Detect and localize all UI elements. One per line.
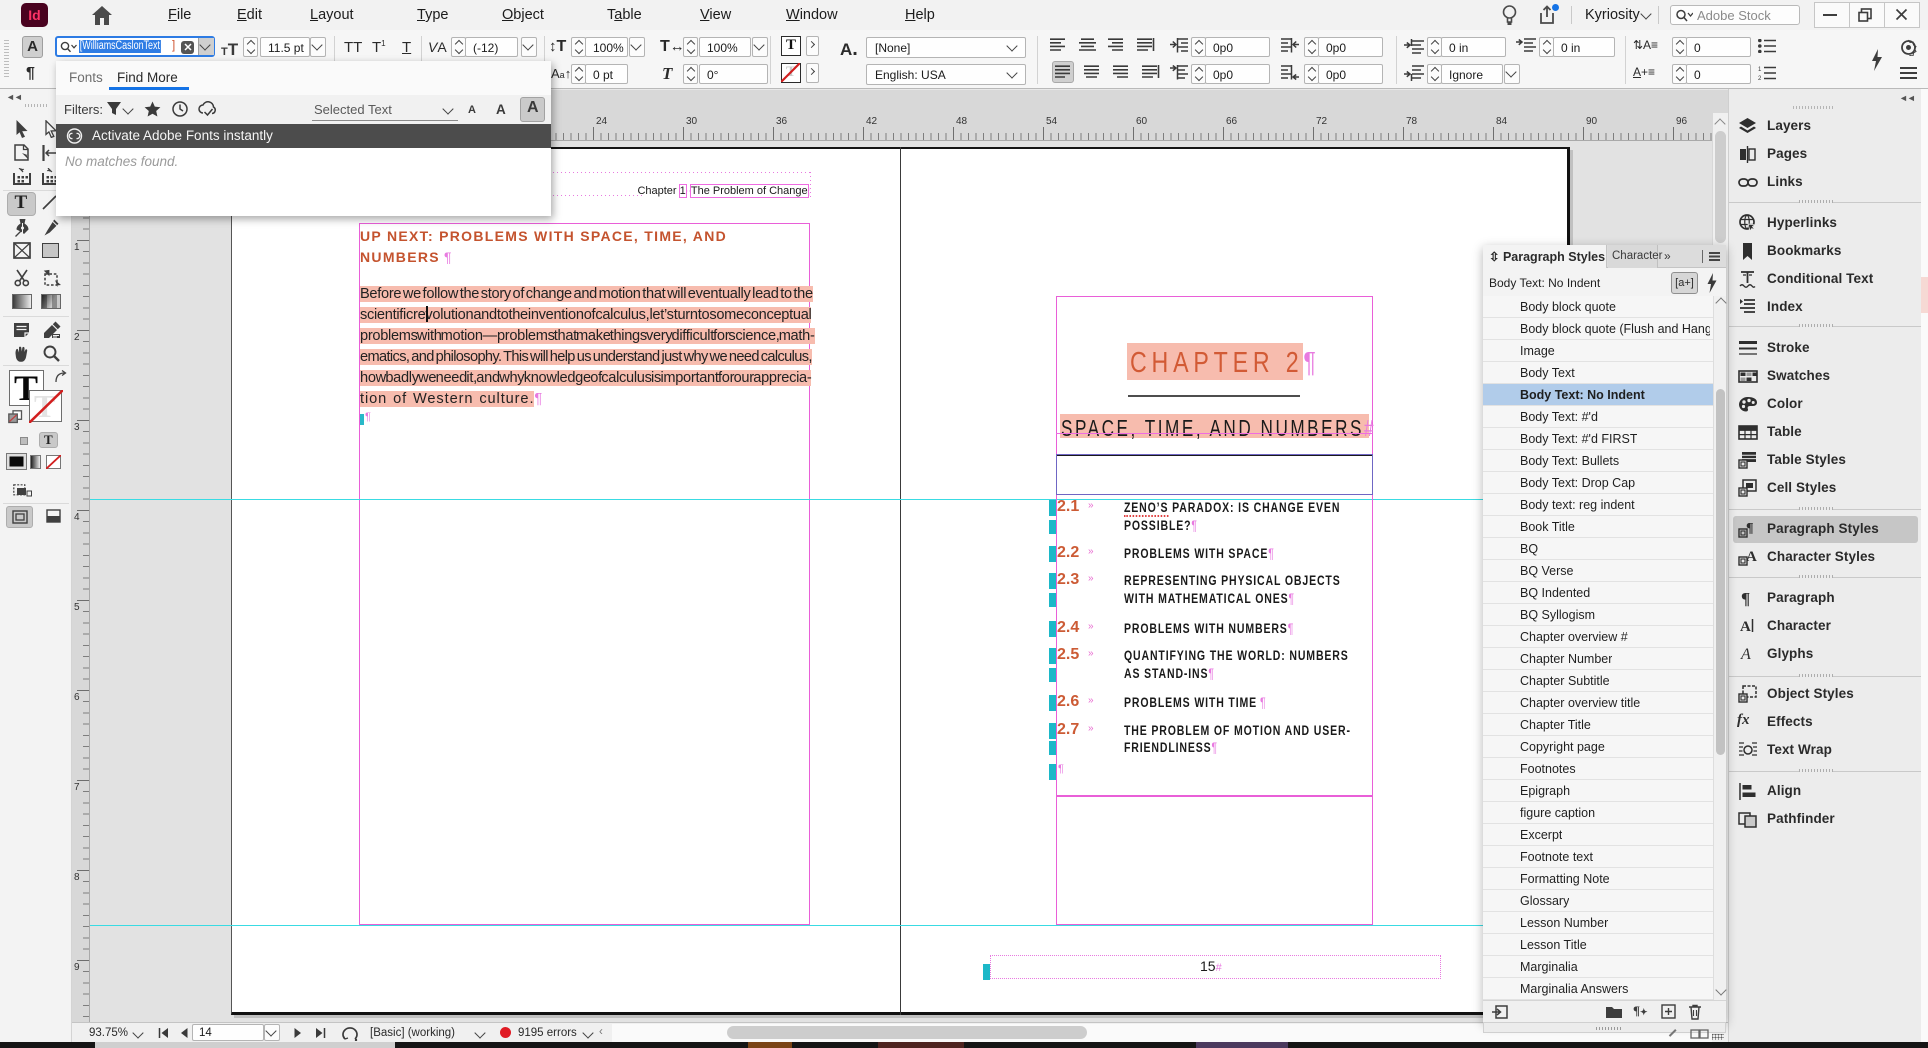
svg-text:A: A [1740,646,1751,663]
svg-text:¶: ¶ [1741,589,1750,608]
svg-text:2: 2 [1758,76,1762,80]
svg-text:1: 1 [1758,67,1762,73]
svg-text:A: A [1740,619,1751,635]
